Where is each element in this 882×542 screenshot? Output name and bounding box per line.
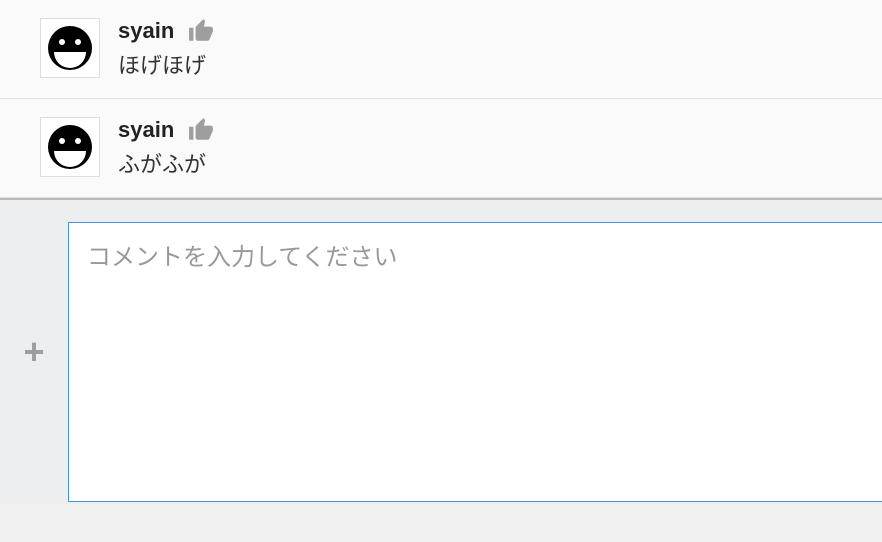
like-button[interactable] (188, 18, 214, 44)
smiley-face-icon (46, 123, 94, 171)
comment-item: syain ほげほげ (0, 0, 882, 99)
comment-text: ほげほげ (118, 48, 870, 80)
username: syain (118, 117, 174, 143)
username: syain (118, 18, 174, 44)
comment-input-section: + (0, 198, 882, 504)
comment-body: syain ほげほげ (118, 18, 870, 80)
add-button[interactable]: + (23, 334, 44, 370)
comment-text: ふがふが (118, 147, 870, 179)
comments-list: syain ほげほげ syain (0, 0, 882, 198)
comment-textarea[interactable] (68, 222, 882, 502)
avatar (40, 117, 100, 177)
comment-item: syain ふがふが (0, 99, 882, 198)
thumbs-up-icon (188, 18, 214, 44)
smiley-face-icon (46, 24, 94, 72)
avatar (40, 18, 100, 78)
like-button[interactable] (188, 117, 214, 143)
add-button-column: + (0, 200, 68, 504)
comment-body: syain ふがふが (118, 117, 870, 179)
comment-header: syain (118, 18, 870, 44)
comment-header: syain (118, 117, 870, 143)
thumbs-up-icon (188, 117, 214, 143)
